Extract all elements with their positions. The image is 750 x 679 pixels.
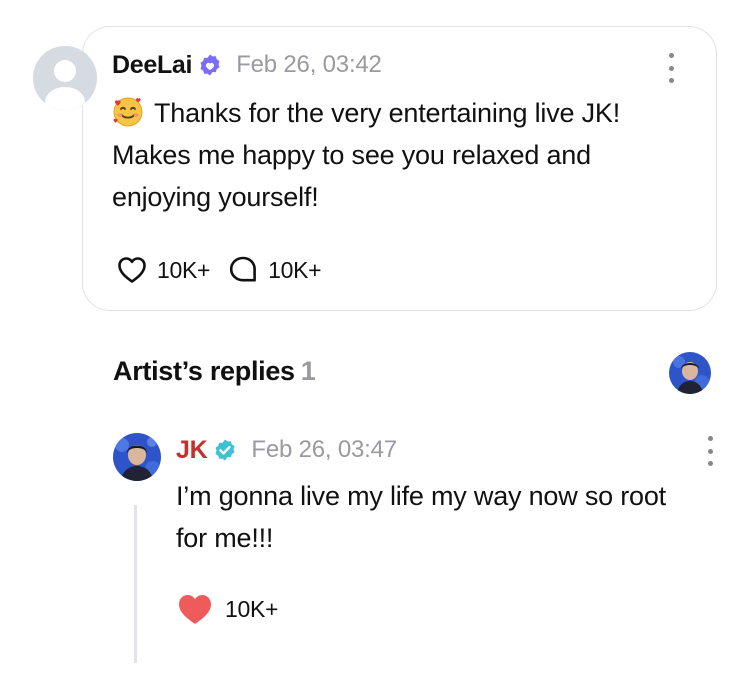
artist-avatar-small[interactable] — [669, 352, 711, 394]
comment-timestamp: Feb 26, 03:42 — [236, 51, 382, 78]
reply-text: I’m gonna live my life my way now so roo… — [176, 481, 666, 553]
reply-count: 10K+ — [268, 256, 322, 283]
comment-header: DeeLai Feb 26, 03:42 — [112, 49, 382, 81]
reply-more-options-icon[interactable] — [705, 436, 715, 466]
artist-avatar[interactable] — [113, 433, 161, 481]
artist-replies-title: Artist’s replies — [113, 356, 295, 386]
commenter-avatar[interactable] — [33, 46, 97, 110]
reply-author[interactable]: JK — [176, 436, 208, 465]
reply-header: JK Feb 26, 03:47 — [176, 434, 397, 466]
artist-replies-header: Artist’s replies 1 — [113, 356, 316, 387]
comment-bubble-icon — [230, 256, 257, 282]
comment-actions: 10K+ 10K+ — [117, 255, 322, 285]
comment-text: Thanks for the very entertaining live JK… — [112, 92, 682, 218]
reply-timestamp: Feb 26, 03:47 — [251, 436, 397, 463]
comment-author[interactable]: DeeLai — [112, 51, 192, 80]
like-count: 10K+ — [157, 256, 211, 283]
verified-badge-icon — [200, 54, 220, 76]
comment-text-content: Thanks for the very entertaining live JK… — [112, 98, 621, 212]
heart-outline-icon — [118, 257, 146, 283]
reply-like-count: 10K+ — [225, 596, 279, 622]
reply-button[interactable]: 10K+ — [228, 255, 322, 285]
thread-line — [134, 505, 137, 663]
smiling-face-with-hearts-icon — [113, 97, 143, 127]
verified-badge-icon — [215, 439, 235, 461]
artist-replies-count: 1 — [300, 356, 316, 386]
reply-like-button[interactable]: 10K+ — [177, 593, 278, 626]
comment-more-options-icon[interactable] — [666, 53, 676, 83]
heart-filled-icon — [179, 595, 211, 624]
like-button[interactable]: 10K+ — [117, 256, 210, 284]
